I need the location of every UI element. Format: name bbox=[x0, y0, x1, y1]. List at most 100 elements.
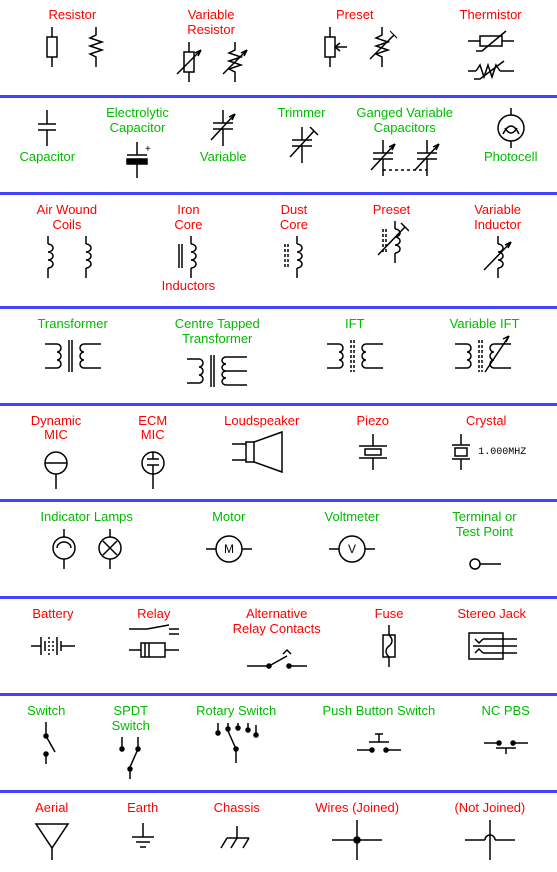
wires-not-joined-label: (Not Joined) bbox=[454, 801, 525, 816]
variable-resistor: VariableResistor bbox=[172, 8, 250, 84]
earth-icon bbox=[128, 818, 158, 862]
voltmeter-icon: V bbox=[329, 527, 375, 571]
indicator-lamps-label: Indicator Lamps bbox=[40, 510, 133, 525]
resistor-label: Resistor bbox=[49, 8, 97, 23]
push-button-switch-label: Push Button Switch bbox=[323, 704, 436, 719]
spdt-switch: SPDTSwitch bbox=[112, 704, 150, 780]
centre-tapped-transformer-label: Centre TappedTransformer bbox=[175, 317, 260, 347]
crystal-icon: 1.000MHZ bbox=[446, 430, 526, 474]
row-switches: Switch SPDTSwitch Rotary Switch Push But… bbox=[0, 696, 557, 793]
preset-inductor: Preset bbox=[373, 203, 411, 264]
trimmer-capacitor-icon bbox=[285, 123, 319, 167]
ift-label: IFT bbox=[345, 317, 365, 332]
terminal-test-point-label: Terminal orTest Point bbox=[452, 510, 516, 540]
preset-inductor-label: Preset bbox=[373, 203, 411, 218]
variable-inductor-icon bbox=[481, 235, 515, 279]
preset: Preset bbox=[313, 8, 397, 69]
wires-joined: Wires (Joined) bbox=[315, 801, 399, 862]
air-wound-coils: Air WoundCoils bbox=[36, 203, 98, 279]
variable-inductor-label: VariableInductor bbox=[474, 203, 521, 233]
piezo: Piezo bbox=[353, 414, 393, 475]
photocell-label: Photocell bbox=[484, 150, 537, 165]
thermistor: Thermistor bbox=[460, 8, 522, 85]
capacitor: Capacitor bbox=[19, 106, 75, 167]
centre-tapped-transformer: Centre TappedTransformer bbox=[175, 317, 260, 393]
wires-not-joined-icon bbox=[465, 818, 515, 862]
piezo-icon bbox=[353, 430, 393, 474]
chassis: Chassis bbox=[214, 801, 260, 862]
ecm-mic-label: ECMMIC bbox=[138, 414, 167, 444]
earth-label: Earth bbox=[127, 801, 158, 816]
ganged-variable-capacitors: Ganged VariableCapacitors bbox=[356, 106, 453, 182]
dust-core-inductor-icon bbox=[279, 235, 309, 279]
rotary-switch: Rotary Switch bbox=[196, 704, 276, 765]
row-capacitors: Capacitor ElectrolyticCapacitor + Variab… bbox=[0, 98, 557, 195]
preset-inductor-icon bbox=[375, 220, 409, 264]
thermistor-label: Thermistor bbox=[460, 8, 522, 23]
ift: IFT bbox=[327, 317, 383, 378]
wires-joined-icon bbox=[332, 818, 382, 862]
spdt-switch-icon bbox=[114, 736, 148, 780]
switch: Switch bbox=[27, 704, 65, 765]
variable-resistor-label: VariableResistor bbox=[187, 8, 235, 38]
chassis-icon bbox=[219, 818, 255, 862]
variable-resistor-icon bbox=[172, 40, 250, 84]
variable-ift: Variable IFT bbox=[450, 317, 520, 378]
svg-text:+: + bbox=[145, 144, 151, 155]
electrolytic-capacitor-icon: + bbox=[120, 138, 154, 182]
dynamic-mic: DynamicMIC bbox=[31, 414, 82, 490]
stereo-jack-label: Stereo Jack bbox=[457, 607, 526, 622]
svg-text:M: M bbox=[224, 542, 234, 556]
push-button-switch: Push Button Switch bbox=[323, 704, 436, 765]
indicator-lamps: Indicator Lamps bbox=[40, 510, 133, 571]
variable-capacitor: Variable bbox=[200, 106, 247, 167]
row-inductors: Air WoundCoils IronCore Inductors DustCo… bbox=[0, 195, 557, 309]
row-resistors: Resistor VariableResistor Preset Thermis… bbox=[0, 0, 557, 98]
battery: Battery bbox=[31, 607, 75, 668]
capacitor-icon bbox=[32, 106, 62, 150]
aerial-label: Aerial bbox=[35, 801, 68, 816]
transformer-icon bbox=[45, 334, 101, 378]
chassis-label: Chassis bbox=[214, 801, 260, 816]
battery-label: Battery bbox=[32, 607, 73, 622]
push-button-switch-icon bbox=[357, 721, 401, 765]
crystal-note: 1.000MHZ bbox=[478, 447, 526, 458]
resistor-icon bbox=[35, 25, 109, 69]
wires-joined-label: Wires (Joined) bbox=[315, 801, 399, 816]
iron-core-inductor-label: IronCore bbox=[174, 203, 202, 233]
stereo-jack: Stereo Jack bbox=[457, 607, 526, 668]
trimmer-capacitor-label: Trimmer bbox=[278, 106, 326, 121]
iron-core-inductor: IronCore Inductors bbox=[162, 203, 215, 296]
alt-relay-contacts-label: AlternativeRelay Contacts bbox=[233, 607, 321, 637]
row-power: Battery Relay AlternativeRelay Contacts … bbox=[0, 599, 557, 696]
battery-icon bbox=[31, 624, 75, 668]
row-audio: DynamicMIC ECMMIC Loudspeaker Piezo Crys… bbox=[0, 406, 557, 503]
relay-label: Relay bbox=[137, 607, 170, 622]
dust-core-inductor-label: DustCore bbox=[280, 203, 308, 233]
ecm-mic: ECMMIC bbox=[135, 414, 171, 490]
row-indicators: Indicator Lamps Motor M Voltmeter V Term… bbox=[0, 502, 557, 599]
inductors-group-label: Inductors bbox=[162, 279, 215, 294]
ganged-variable-capacitors-label: Ganged VariableCapacitors bbox=[356, 106, 453, 136]
relay: Relay bbox=[129, 607, 179, 668]
variable-ift-icon bbox=[455, 334, 515, 378]
variable-capacitor-icon bbox=[206, 106, 240, 150]
trimmer-capacitor: Trimmer bbox=[278, 106, 326, 167]
ecm-mic-icon bbox=[135, 445, 171, 489]
motor-icon: M bbox=[206, 527, 252, 571]
variable-capacitor-label: Variable bbox=[200, 150, 247, 165]
air-wound-coils-label: Air WoundCoils bbox=[37, 203, 97, 233]
stereo-jack-icon bbox=[467, 624, 517, 668]
electrolytic-capacitor: ElectrolyticCapacitor + bbox=[106, 106, 169, 182]
terminal-test-point: Terminal orTest Point bbox=[452, 510, 516, 586]
svg-text:V: V bbox=[348, 542, 356, 556]
photocell-icon bbox=[491, 106, 531, 150]
crystal: Crystal 1.000MHZ bbox=[446, 414, 526, 475]
transformer-label: Transformer bbox=[37, 317, 107, 332]
nc-pbs-label: NC PBS bbox=[481, 704, 529, 719]
row-ground-wires: Aerial Earth Chassis Wires (Joined) (Not… bbox=[0, 793, 557, 872]
dust-core-inductor: DustCore bbox=[279, 203, 309, 279]
loudspeaker-icon bbox=[232, 430, 292, 474]
resistor: Resistor bbox=[35, 8, 109, 69]
preset-label: Preset bbox=[336, 8, 374, 23]
